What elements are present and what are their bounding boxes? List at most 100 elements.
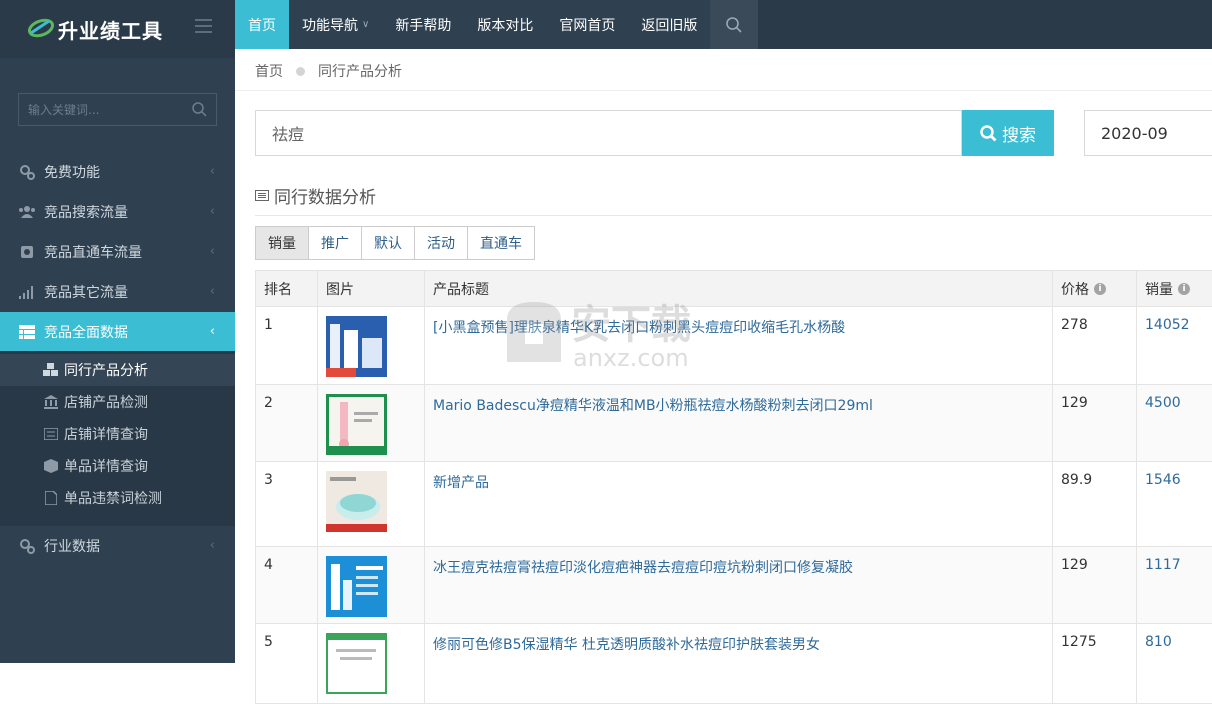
product-title-link[interactable]: 冰王痘克祛痘膏祛痘印淡化痘疤神器去痘痘印痘坑粉刺闭口修复凝胶 bbox=[424, 547, 1052, 623]
sidebar-subitem-peer-analysis[interactable]: 同行产品分析 bbox=[0, 354, 235, 386]
sidebar-subitem-item-detail[interactable]: 单品详情查询 bbox=[0, 450, 235, 482]
product-thumbnail[interactable] bbox=[326, 556, 387, 617]
search-icon[interactable] bbox=[192, 102, 207, 117]
sidebar-subitem-shop-detail[interactable]: 店铺详情查询 bbox=[0, 418, 235, 450]
tab-ztc[interactable]: 直通车 bbox=[467, 226, 535, 260]
nav-home[interactable]: 首页 bbox=[235, 0, 289, 49]
cubes-icon bbox=[43, 363, 59, 377]
sidebar-subitem-label: 单品详情查询 bbox=[64, 459, 148, 475]
nav-compare[interactable]: 版本对比 bbox=[464, 0, 546, 49]
logo-bar: 升业绩工具 bbox=[0, 0, 235, 58]
nav-official-site[interactable]: 官网首页 bbox=[546, 0, 628, 49]
sidebar-search bbox=[18, 93, 217, 126]
price-cell: 89.9 bbox=[1052, 462, 1136, 546]
table-icon bbox=[18, 324, 36, 340]
table-row: 1 [小黑盒预售]理肤泉精华K乳去闭口粉刺黑头痘痘印收缩毛孔水杨酸 278 14… bbox=[255, 307, 1212, 385]
product-title-link[interactable]: [小黑盒预售]理肤泉精华K乳去闭口粉刺黑头痘痘印收缩毛孔水杨酸 bbox=[424, 307, 1052, 384]
price-cell: 129 bbox=[1052, 385, 1136, 461]
tab-promotion[interactable]: 推广 bbox=[308, 226, 362, 260]
chevron-down-icon: ∨ bbox=[362, 19, 370, 30]
image-cell bbox=[317, 547, 424, 623]
sidebar-submenu: 同行产品分析 店铺产品检测 店铺详情查询 单品详情查询 单品违禁词检测 bbox=[0, 351, 235, 526]
menu-toggle-icon[interactable] bbox=[195, 19, 212, 33]
sidebar-item-ztc-traffic[interactable]: 竞品直通车流量 ‹ bbox=[0, 232, 235, 272]
sidebar-item-label: 行业数据 bbox=[44, 539, 100, 555]
sidebar-item-other-traffic[interactable]: 竞品其它流量 ‹ bbox=[0, 272, 235, 312]
sidebar-search-input[interactable] bbox=[19, 94, 179, 125]
gears-icon bbox=[18, 538, 36, 554]
product-title-link[interactable]: Mario Badescu净痘精华液温和MB小粉瓶祛痘水杨酸粉刺去闭口29ml bbox=[424, 385, 1052, 461]
product-thumbnail[interactable] bbox=[326, 633, 387, 694]
chevron-left-icon: ‹ bbox=[209, 284, 215, 299]
nav-label: 返回旧版 bbox=[641, 17, 698, 34]
cart-box-icon bbox=[18, 244, 36, 260]
sidebar-item-industry[interactable]: 行业数据 ‹ bbox=[0, 526, 235, 566]
search-icon bbox=[726, 16, 742, 33]
nav-help[interactable]: 新手帮助 bbox=[382, 0, 464, 49]
top-navbar-fill bbox=[758, 0, 1212, 49]
tab-activity[interactable]: 活动 bbox=[414, 226, 468, 260]
table-row: 5 修丽可色修B5保湿精华 杜克透明质酸补水祛痘印护肤套装男女 1275 810 bbox=[255, 624, 1212, 704]
column-header-price[interactable]: 价格 i bbox=[1052, 271, 1136, 306]
breadcrumb-current: 同行产品分析 bbox=[318, 64, 402, 80]
chevron-left-icon: ‹ bbox=[209, 244, 215, 259]
gears-icon bbox=[18, 164, 36, 180]
image-cell bbox=[317, 307, 424, 384]
section-title: 同行数据分析 bbox=[255, 183, 376, 208]
sidebar-item-full-data[interactable]: 竞品全面数据 ‹ bbox=[0, 312, 235, 351]
product-title-link[interactable]: 新增产品 bbox=[424, 462, 1052, 546]
section-title-text: 同行数据分析 bbox=[274, 188, 376, 208]
search-button-label: 搜索 bbox=[1002, 125, 1036, 146]
list-icon bbox=[43, 428, 59, 440]
product-thumbnail[interactable] bbox=[326, 471, 387, 532]
file-icon bbox=[43, 491, 59, 505]
column-header-title: 产品标题 bbox=[424, 271, 1052, 306]
signal-icon bbox=[18, 284, 36, 300]
sales-link[interactable]: 4500 bbox=[1136, 385, 1212, 461]
nav-label: 版本对比 bbox=[477, 17, 534, 34]
sales-link[interactable]: 1546 bbox=[1136, 462, 1212, 546]
column-header-label: 价格 bbox=[1061, 281, 1089, 298]
product-thumbnail[interactable] bbox=[326, 394, 387, 455]
nav-old-version[interactable]: 返回旧版 bbox=[628, 0, 710, 49]
nav-label: 新手帮助 bbox=[395, 17, 452, 34]
sidebar-subitem-shop-check[interactable]: 店铺产品检测 bbox=[0, 386, 235, 418]
info-icon[interactable]: i bbox=[1178, 282, 1190, 295]
sidebar-subitem-label: 店铺详情查询 bbox=[64, 427, 148, 443]
info-icon[interactable]: i bbox=[1094, 282, 1106, 295]
price-cell: 1275 bbox=[1052, 624, 1136, 703]
list-alt-icon bbox=[255, 190, 269, 201]
search-button[interactable]: 搜索 bbox=[962, 110, 1054, 156]
table-row: 3 新增产品 89.9 1546 bbox=[255, 462, 1212, 547]
month-select[interactable]: 2020-09 bbox=[1084, 110, 1212, 156]
image-cell bbox=[317, 385, 424, 461]
price-cell: 129 bbox=[1052, 547, 1136, 623]
column-header-label: 销量 bbox=[1145, 281, 1173, 298]
sort-tabs: 销量 推广 默认 活动 直通车 bbox=[255, 226, 535, 260]
product-thumbnail[interactable] bbox=[326, 316, 387, 377]
bank-icon bbox=[43, 395, 59, 409]
image-cell bbox=[317, 462, 424, 546]
rank-cell: 4 bbox=[255, 547, 317, 623]
sidebar-item-free[interactable]: 免费功能 ‹ bbox=[0, 152, 235, 192]
sidebar-item-search-traffic[interactable]: 竞品搜索流量 ‹ bbox=[0, 192, 235, 232]
sidebar-subitem-banned-words[interactable]: 单品违禁词检测 bbox=[0, 482, 235, 514]
table-header: 排名 图片 产品标题 价格 i 销量 i bbox=[255, 270, 1212, 307]
breadcrumb: 首页 同行产品分析 bbox=[255, 61, 402, 81]
breadcrumb-home[interactable]: 首页 bbox=[255, 61, 283, 81]
top-search-button[interactable] bbox=[710, 0, 759, 49]
tab-default[interactable]: 默认 bbox=[361, 226, 415, 260]
column-header-sales[interactable]: 销量 i bbox=[1136, 271, 1212, 306]
sales-link[interactable]: 810 bbox=[1136, 624, 1212, 703]
divider bbox=[235, 90, 1212, 91]
sidebar-subitem-label: 单品违禁词检测 bbox=[64, 491, 162, 507]
product-title-link[interactable]: 修丽可色修B5保湿精华 杜克透明质酸补水祛痘印护肤套装男女 bbox=[424, 624, 1052, 703]
sales-link[interactable]: 1117 bbox=[1136, 547, 1212, 623]
tab-sales[interactable]: 销量 bbox=[255, 226, 309, 260]
sales-link[interactable]: 14052 bbox=[1136, 307, 1212, 384]
keyword-search-input[interactable] bbox=[255, 110, 962, 156]
sidebar-item-label: 免费功能 bbox=[44, 165, 100, 181]
nav-features[interactable]: 功能导航 ∨ bbox=[289, 0, 382, 49]
rank-cell: 5 bbox=[255, 624, 317, 703]
sidebar-item-label: 竞品直通车流量 bbox=[44, 245, 142, 261]
